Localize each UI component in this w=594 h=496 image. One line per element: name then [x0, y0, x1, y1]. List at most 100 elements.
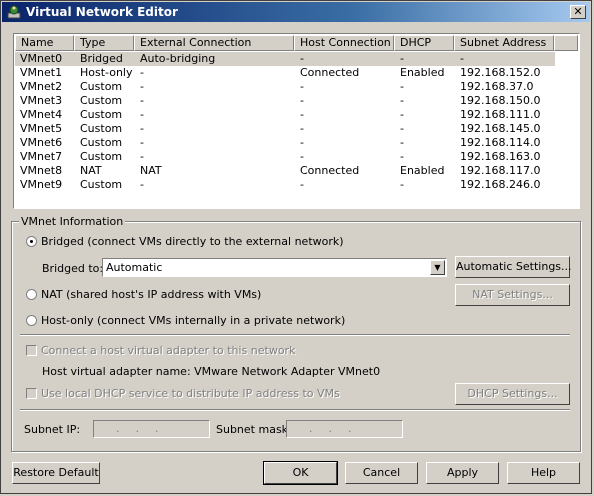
cancel-button[interactable]: Cancel	[345, 462, 418, 484]
table-cell: -	[400, 150, 404, 163]
table-row[interactable]: VMnet1 Host-only - Connected Enabled 192.168.…	[15, 66, 555, 80]
table-cell: Custom	[80, 150, 123, 163]
host-only-radio[interactable]	[26, 315, 37, 326]
apply-button[interactable]: Apply	[426, 462, 499, 484]
table-cell: -	[400, 108, 404, 121]
table-cell: Host-only	[80, 66, 133, 79]
table-cell: 192.168.111.0	[460, 108, 541, 121]
table-row[interactable]: VMnet9 Custom - - - 192.168.246.0	[15, 178, 555, 192]
table-cell: -	[400, 122, 404, 135]
table-cell: 192.168.152.0	[460, 66, 541, 79]
subnet-ip-field[interactable]: ...	[93, 420, 210, 438]
use-dhcp-checkbox[interactable]	[26, 388, 37, 399]
table-cell: VMnet8	[20, 164, 63, 177]
table-cell: -	[400, 178, 404, 191]
separator	[20, 409, 570, 411]
table-cell: -	[140, 150, 144, 163]
table-cell: VMnet4	[20, 108, 63, 121]
chevron-down-icon[interactable]: ▼	[430, 260, 445, 275]
table-row[interactable]: VMnet4 Custom - - - 192.168.111.0	[15, 108, 555, 122]
table-cell: VMnet9	[20, 178, 63, 191]
automatic-settings-button[interactable]: Automatic Settings...	[455, 256, 572, 278]
table-cell: Bridged	[80, 52, 123, 65]
close-button[interactable]: ✕	[570, 5, 586, 19]
column-header-external-connection[interactable]: External Connection	[134, 35, 294, 51]
bridged-to-value: Automatic	[106, 261, 163, 274]
column-header-subnet-address[interactable]: Subnet Address	[454, 35, 554, 51]
table-cell: -	[300, 108, 304, 121]
column-header-type[interactable]: Type	[74, 35, 134, 51]
network-app-icon	[7, 5, 21, 19]
table-cell: Custom	[80, 136, 123, 149]
dhcp-settings-button[interactable]: DHCP Settings...	[455, 383, 570, 405]
column-header-name[interactable]: Name	[15, 35, 74, 51]
use-dhcp-label[interactable]: Use local DHCP service to distribute IP …	[41, 387, 340, 400]
table-cell: Custom	[80, 94, 123, 107]
table-row[interactable]: VMnet8 NAT NAT Connected Enabled 192.168.117.…	[15, 164, 555, 178]
table-cell: -	[300, 178, 304, 191]
table-row[interactable]: VMnet7 Custom - - - 192.168.163.0	[15, 150, 555, 164]
restore-default-button[interactable]: Restore Default	[12, 462, 100, 484]
connect-host-adapter-checkbox[interactable]	[26, 345, 37, 356]
table-cell: 192.168.163.0	[460, 150, 541, 163]
table-cell: Auto-bridging	[140, 52, 216, 65]
table-row[interactable]: VMnet5 Custom - - - 192.168.145.0	[15, 122, 555, 136]
subnet-mask-field[interactable]: ...	[286, 420, 403, 438]
help-button[interactable]: Help	[507, 462, 580, 484]
host-adapter-name: Host virtual adapter name: VMware Networ…	[42, 365, 381, 378]
bridged-radio[interactable]	[26, 236, 37, 247]
table-cell: Connected	[300, 164, 360, 177]
bridged-radio-label[interactable]: Bridged (connect VMs directly to the ext…	[41, 235, 344, 248]
table-cell: -	[140, 122, 144, 135]
host-only-radio-label[interactable]: Host-only (connect VMs internally in a p…	[41, 314, 345, 327]
table-cell: VMnet1	[20, 66, 63, 79]
table-cell: VMnet7	[20, 150, 63, 163]
table-cell: -	[140, 108, 144, 121]
column-header-dhcp[interactable]: DHCP	[394, 35, 454, 51]
table-cell: -	[400, 80, 404, 93]
table-row[interactable]: VMnet6 Custom - - - 192.168.114.0	[15, 136, 555, 150]
table-cell: -	[140, 94, 144, 107]
title-bar[interactable]: Virtual Network Editor ✕	[2, 2, 590, 22]
table-cell: -	[300, 52, 304, 65]
table-cell: Custom	[80, 108, 123, 121]
table-cell: 192.168.150.0	[460, 94, 541, 107]
table-cell: 192.168.145.0	[460, 122, 541, 135]
table-cell: -	[300, 80, 304, 93]
table-cell: -	[300, 136, 304, 149]
subnet-ip-label: Subnet IP:	[24, 423, 81, 436]
table-cell: VMnet2	[20, 80, 63, 93]
table-row[interactable]: VMnet0 Bridged Auto-bridging - - -	[15, 52, 555, 66]
table-cell: 192.168.114.0	[460, 136, 541, 149]
table-cell: -	[460, 52, 464, 65]
bridged-to-select[interactable]: Automatic ▼	[102, 258, 447, 277]
table-cell: 192.168.37.0	[460, 80, 534, 93]
table-cell: -	[140, 80, 144, 93]
list-header: Name Type External Connection Host Conne…	[15, 35, 578, 51]
table-cell: -	[140, 178, 144, 191]
vmnet-information-label: VMnet Information	[19, 215, 126, 228]
nat-radio[interactable]	[26, 289, 37, 300]
column-header-filler	[554, 35, 578, 51]
table-cell: VMnet5	[20, 122, 63, 135]
table-row[interactable]: VMnet2 Custom - - - 192.168.37.0	[15, 80, 555, 94]
window-title: Virtual Network Editor	[26, 5, 178, 19]
table-row[interactable]: VMnet3 Custom - - - 192.168.150.0	[15, 94, 555, 108]
bridged-to-label: Bridged to:	[42, 262, 104, 275]
table-cell: 192.168.117.0	[460, 164, 541, 177]
table-cell: VMnet0	[20, 52, 63, 65]
column-header-host-connection[interactable]: Host Connection	[294, 35, 394, 51]
table-cell: -	[140, 66, 144, 79]
table-cell: Custom	[80, 80, 123, 93]
table-cell: -	[300, 122, 304, 135]
separator	[20, 334, 570, 336]
ok-button[interactable]: OK	[263, 461, 338, 485]
table-cell: -	[300, 94, 304, 107]
table-cell: -	[400, 136, 404, 149]
nat-settings-button[interactable]: NAT Settings...	[455, 284, 570, 306]
close-icon: ✕	[573, 5, 583, 18]
connect-host-adapter-label[interactable]: Connect a host virtual adapter to this n…	[41, 344, 295, 357]
nat-radio-label[interactable]: NAT (shared host's IP address with VMs)	[41, 288, 261, 301]
table-cell: -	[400, 94, 404, 107]
network-list[interactable]: Name Type External Connection Host Conne…	[13, 33, 580, 209]
